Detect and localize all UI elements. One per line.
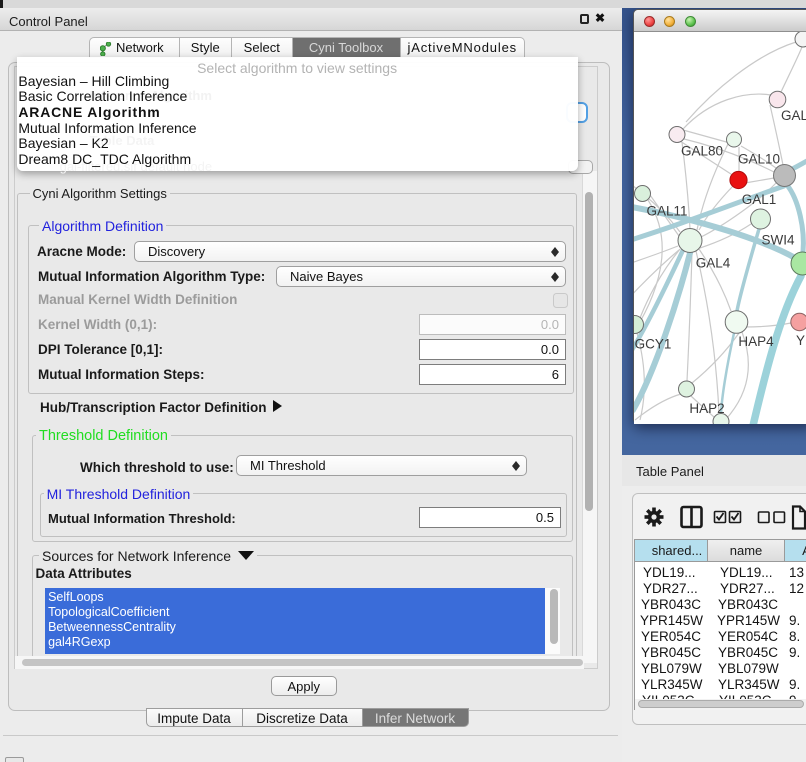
svg-text:GCY1: GCY1 [635, 337, 672, 352]
svg-text:GAL10: GAL10 [738, 152, 780, 167]
svg-text:GAL4: GAL4 [696, 256, 731, 271]
svg-text:HAP4: HAP4 [738, 334, 774, 349]
svg-text:GAL1: GAL1 [742, 192, 777, 207]
svg-text:SWI4: SWI4 [761, 233, 794, 248]
svg-text:Y: Y [796, 333, 805, 348]
svg-text:GAL80: GAL80 [681, 144, 723, 159]
svg-text:GAL: GAL [781, 108, 806, 123]
svg-text:HAP2: HAP2 [689, 401, 724, 416]
svg-text:GAL11: GAL11 [646, 204, 687, 219]
